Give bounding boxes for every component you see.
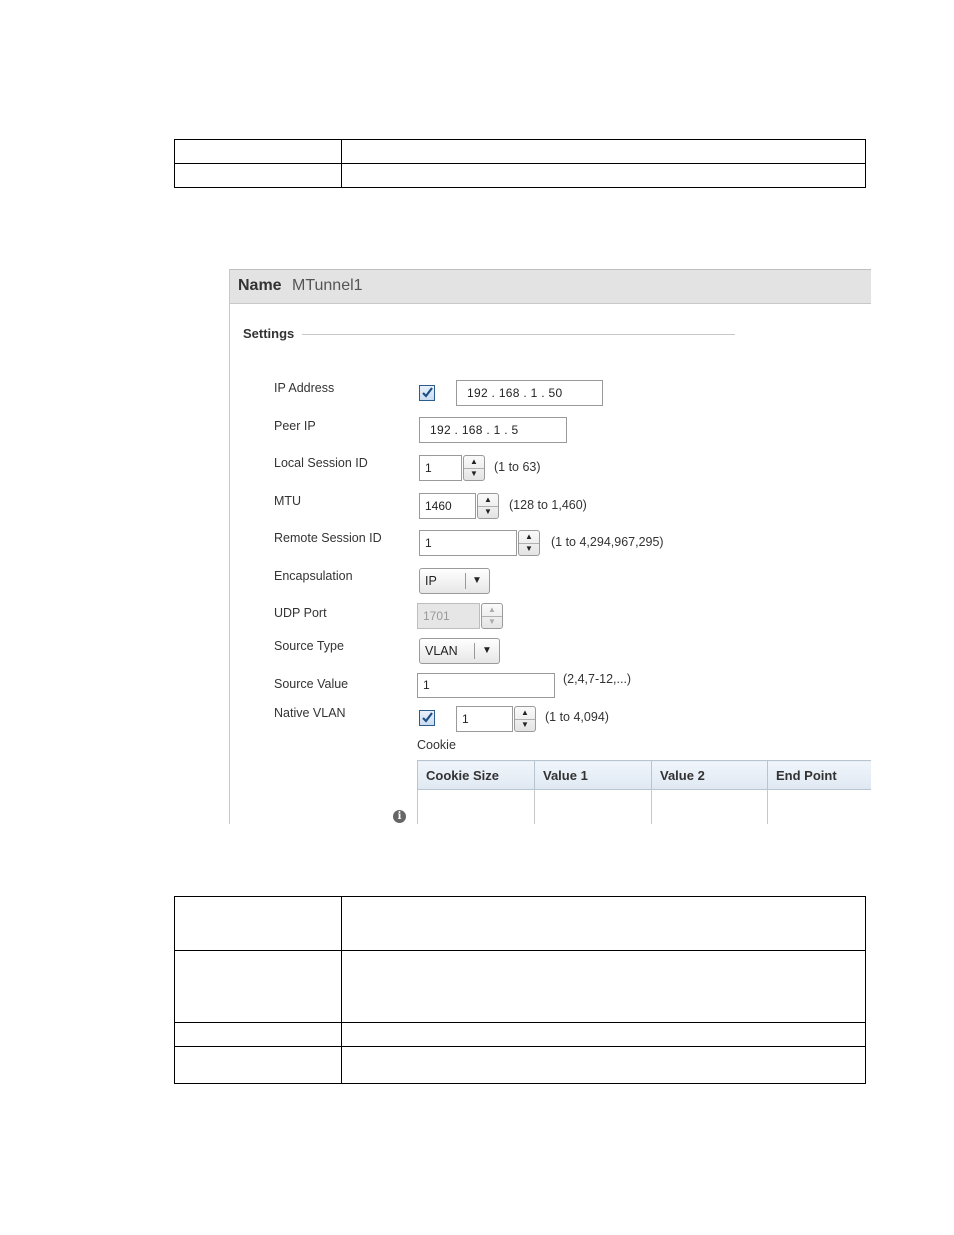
column-header-cookie-size[interactable]: Cookie Size — [417, 760, 535, 790]
table-cell — [341, 139, 866, 164]
checkmark-icon — [422, 712, 433, 723]
mtu-hint: (128 to 1,460) — [509, 498, 587, 512]
remote-session-id-hint: (1 to 4,294,967,295) — [551, 535, 664, 549]
spin-down-icon[interactable]: ▼ — [515, 719, 535, 731]
chevron-down-icon: ▼ — [472, 575, 482, 586]
mtu-stepper[interactable]: ▲ ▼ — [477, 493, 499, 519]
table-row — [174, 1046, 866, 1084]
remote-session-id-label: Remote Session ID — [274, 531, 382, 545]
source-value-input[interactable]: 1 — [417, 673, 555, 698]
table-cell — [651, 789, 768, 824]
local-session-id-input[interactable]: 1 — [419, 455, 462, 481]
mtu-input[interactable]: 1460 — [419, 493, 476, 519]
table-row — [174, 896, 866, 951]
native-vlan-hint: (1 to 4,094) — [545, 710, 609, 724]
source-type-value: VLAN — [425, 644, 458, 658]
table-cell — [341, 163, 866, 188]
document-table-bottom — [174, 896, 866, 1084]
ip-address-label: IP Address — [274, 381, 335, 395]
table-cell — [341, 1046, 866, 1084]
document-table-top — [174, 139, 866, 188]
tunnel-settings-panel: Name MTunnel1 Settings IP Address 192 . … — [229, 269, 871, 824]
table-cell — [174, 139, 342, 164]
spin-down-icon[interactable]: ▼ — [519, 543, 539, 555]
native-vlan-stepper[interactable]: ▲ ▼ — [514, 706, 536, 732]
table-row — [174, 139, 866, 164]
local-session-id-hint: (1 to 63) — [494, 460, 541, 474]
table-header-row: Cookie Size Value 1 Value 2 End Point — [417, 760, 871, 790]
table-cell — [534, 789, 652, 824]
cookie-label: Cookie — [417, 738, 456, 752]
local-session-id-stepper[interactable]: ▲ ▼ — [463, 455, 485, 481]
spin-down-icon[interactable]: ▼ — [464, 468, 484, 480]
dropdown-separator — [465, 573, 466, 589]
native-vlan-input[interactable]: 1 — [456, 706, 513, 732]
remote-session-id-input[interactable]: 1 — [419, 530, 517, 556]
native-vlan-checkbox[interactable] — [419, 710, 435, 726]
native-vlan-label: Native VLAN — [274, 706, 346, 720]
mtu-label: MTU — [274, 494, 302, 508]
settings-divider — [302, 334, 735, 335]
source-value-hint: (2,4,7-12,...) — [563, 672, 632, 686]
udp-port-stepper: ▲ ▼ — [481, 603, 503, 629]
cookie-table: Cookie Size Value 1 Value 2 End Point — [417, 760, 871, 824]
udp-port-label: UDP Port — [274, 606, 327, 620]
peer-ip-label: Peer IP — [274, 419, 316, 433]
table-cell — [341, 896, 866, 951]
checkmark-icon — [422, 387, 433, 398]
tunnel-name-value: MTunnel1 — [292, 277, 363, 294]
table-cell — [174, 1046, 342, 1084]
ip-address-checkbox[interactable] — [419, 385, 435, 401]
settings-section-title: Settings — [243, 326, 295, 341]
table-cell — [341, 950, 866, 1023]
column-header-value-2[interactable]: Value 2 — [651, 760, 768, 790]
spin-down-icon[interactable]: ▼ — [478, 506, 498, 518]
table-cell — [174, 1022, 342, 1047]
dropdown-separator — [474, 643, 475, 659]
encapsulation-dropdown[interactable]: IP ▼ — [419, 568, 490, 594]
encapsulation-label: Encapsulation — [274, 569, 353, 583]
column-header-end-point[interactable]: End Point — [767, 760, 871, 790]
table-cell — [174, 950, 342, 1023]
table-row — [174, 163, 866, 188]
name-bar: Name MTunnel1 — [230, 269, 871, 304]
udp-port-input: 1701 — [417, 603, 480, 629]
peer-ip-input[interactable]: 192 . 168 . 1 . 5 — [419, 417, 567, 443]
table-cell — [174, 163, 342, 188]
remote-session-id-stepper[interactable]: ▲ ▼ — [518, 530, 540, 556]
chevron-down-icon: ▼ — [482, 645, 492, 656]
local-session-id-label: Local Session ID — [274, 456, 368, 470]
name-label: Name — [238, 277, 282, 294]
column-header-value-1[interactable]: Value 1 — [534, 760, 652, 790]
source-type-label: Source Type — [274, 639, 344, 653]
table-row — [417, 789, 871, 824]
source-type-dropdown[interactable]: VLAN ▼ — [419, 638, 500, 664]
table-cell — [767, 789, 871, 824]
table-cell — [174, 896, 342, 951]
info-icon[interactable]: i — [393, 810, 406, 823]
encapsulation-value: IP — [425, 574, 437, 588]
table-row — [174, 950, 866, 1023]
table-cell — [417, 789, 535, 824]
ip-address-input[interactable]: 192 . 168 . 1 . 50 — [456, 380, 603, 406]
table-row — [174, 1022, 866, 1047]
spin-down-icon: ▼ — [488, 617, 496, 626]
source-value-label: Source Value — [274, 677, 349, 691]
table-cell — [341, 1022, 866, 1047]
